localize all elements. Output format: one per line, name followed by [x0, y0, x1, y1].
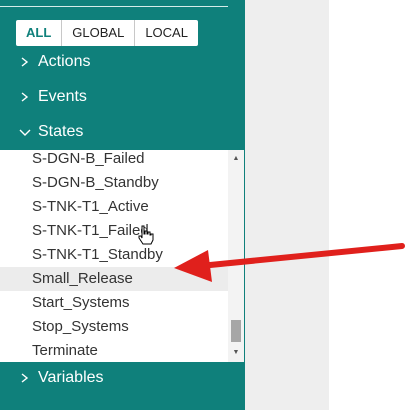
list-item[interactable]: S-DGN-B_Standby	[0, 171, 228, 195]
scroll-down-icon[interactable]: ▼	[228, 346, 244, 360]
section-events[interactable]: Events	[0, 85, 245, 109]
filter-all-button[interactable]: ALL	[16, 20, 63, 46]
sidebar-divider	[0, 6, 228, 7]
scroll-thumb[interactable]	[231, 320, 241, 342]
list-item[interactable]: Start_Systems	[0, 291, 228, 315]
list-item[interactable]: Terminate	[0, 339, 228, 362]
content-gutter	[245, 0, 329, 410]
section-states[interactable]: States	[0, 120, 245, 144]
list-item[interactable]: S-DGN-B_Failed	[0, 150, 228, 171]
scope-filter-tabs: ALL GLOBAL LOCAL	[16, 20, 198, 46]
chevron-down-icon	[19, 129, 31, 136]
section-actions[interactable]: Actions	[0, 50, 245, 74]
filter-global-button[interactable]: GLOBAL	[62, 20, 136, 46]
sidebar-panel: ALL GLOBAL LOCAL Actions Events States S…	[0, 0, 245, 410]
hand-cursor-icon	[138, 225, 154, 245]
list-item[interactable]: Stop_Systems	[0, 315, 228, 339]
red-arrow-annotation	[174, 243, 405, 282]
section-states-label: States	[38, 123, 84, 140]
section-actions-label: Actions	[38, 53, 91, 70]
chevron-right-icon	[21, 92, 29, 102]
scroll-up-icon[interactable]: ▲	[228, 152, 244, 166]
chevron-right-icon	[21, 373, 29, 383]
chevron-right-icon	[21, 57, 29, 67]
section-variables[interactable]: Variables	[0, 366, 245, 390]
section-variables-label: Variables	[38, 369, 104, 386]
list-item[interactable]: S-TNK-T1_Active	[0, 195, 228, 219]
section-events-label: Events	[38, 88, 87, 105]
filter-local-button[interactable]: LOCAL	[135, 20, 198, 46]
